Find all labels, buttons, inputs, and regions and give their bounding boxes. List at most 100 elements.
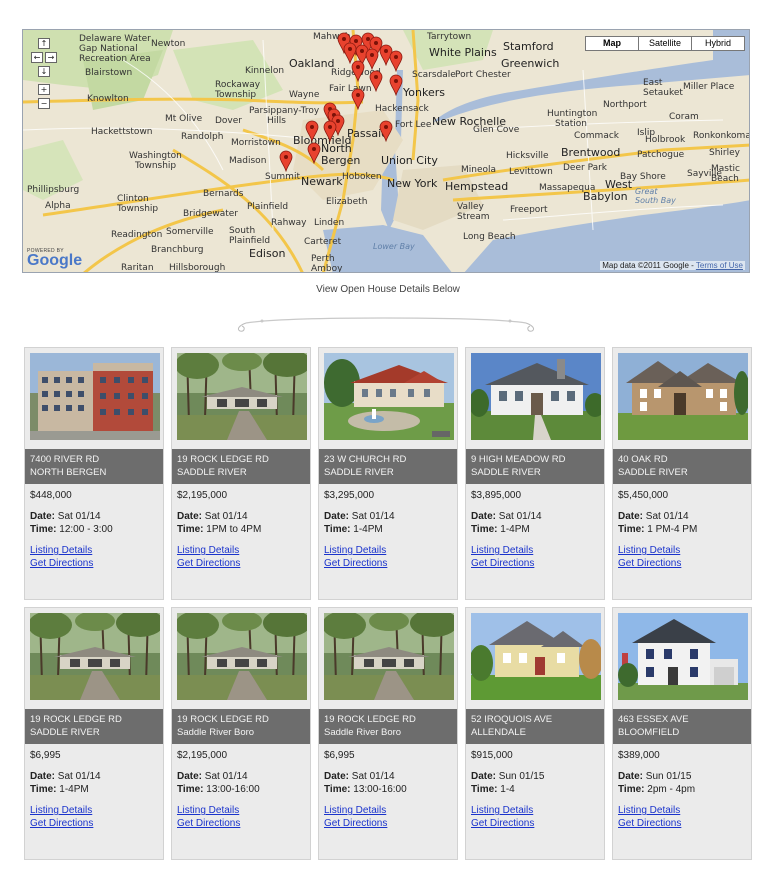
open-house-time: 1-4PM <box>500 524 530 535</box>
listing-photo[interactable] <box>324 613 454 700</box>
listing-photo[interactable] <box>177 353 307 440</box>
get-directions-link[interactable]: Get Directions <box>618 557 681 570</box>
date-label: Date: <box>177 771 203 782</box>
listing-links: Listing Details Get Directions <box>471 804 534 830</box>
google-logo[interactable]: POWERED BY Google <box>27 248 82 269</box>
map-label: Ronkonkoma <box>693 131 750 141</box>
listing-photo[interactable] <box>471 353 601 440</box>
map-label: New York <box>387 177 438 190</box>
map-label: Glen Cove <box>473 125 520 135</box>
open-house-date: Sun 01/15 <box>645 771 692 782</box>
get-directions-link[interactable]: Get Directions <box>177 817 240 830</box>
listing-details-link[interactable]: Listing Details <box>471 544 534 557</box>
listing-photo-frame[interactable] <box>618 613 748 700</box>
listing-photo-frame[interactable] <box>618 353 748 440</box>
listing-photo[interactable] <box>177 613 307 700</box>
date-label: Date: <box>30 511 56 522</box>
map-marker-pin[interactable] <box>307 142 321 165</box>
listing-photo-frame[interactable] <box>471 353 601 440</box>
map-label: Newark <box>301 175 343 188</box>
listing-street: 40 OAK RD <box>618 454 668 465</box>
map-label: Hillsborough <box>169 263 226 273</box>
listing-details-link[interactable]: Listing Details <box>324 544 387 557</box>
get-directions-link[interactable]: Get Directions <box>618 817 681 830</box>
listing-card: 7400 RIVER RD NORTH BERGEN $448,000 Date… <box>24 347 164 600</box>
zoom-out-button[interactable]: − <box>38 98 50 109</box>
map-label: Oakland <box>289 57 335 70</box>
listing-photo-frame[interactable] <box>324 613 454 700</box>
map-credit-text: Map data ©2011 Google - <box>602 261 694 270</box>
listing-links: Listing Details Get Directions <box>30 804 93 830</box>
map-label: Alpha <box>45 201 71 211</box>
listing-photo[interactable] <box>30 613 160 700</box>
listing-street: 52 IROQUOIS AVE <box>471 714 553 725</box>
map-label: Freeport <box>510 205 548 215</box>
date-label: Date: <box>324 511 350 522</box>
map-marker-pin[interactable] <box>351 88 365 111</box>
open-house-map[interactable]: Delaware Water Gap National Recreation Are… <box>22 29 750 273</box>
listing-details-link[interactable]: Listing Details <box>618 544 681 557</box>
listing-details-link[interactable]: Listing Details <box>30 804 93 817</box>
get-directions-link[interactable]: Get Directions <box>471 557 534 570</box>
listing-photo[interactable] <box>324 353 454 440</box>
listing-photo-frame[interactable] <box>177 613 307 700</box>
terms-of-use-link[interactable]: Terms of Use <box>696 261 743 270</box>
map-label: Rahway <box>271 218 307 228</box>
listing-details-link[interactable]: Listing Details <box>471 804 534 817</box>
map-marker-pin[interactable] <box>305 120 319 143</box>
listing-address-bar: 19 ROCK LEDGE RD Saddle River Boro <box>319 709 457 744</box>
listing-address-bar: 19 ROCK LEDGE RD Saddle River Boro <box>172 709 310 744</box>
map-label: Levittown <box>509 167 553 177</box>
map-type-hybrid-button[interactable]: Hybrid <box>691 36 745 51</box>
listing-photo[interactable] <box>618 353 748 440</box>
map-label: East Setauket <box>643 78 683 98</box>
listing-photo-frame[interactable] <box>324 353 454 440</box>
map-marker-pin[interactable] <box>389 74 403 97</box>
map-label: Fort Lee <box>395 120 432 130</box>
listing-details-link[interactable]: Listing Details <box>30 544 93 557</box>
pan-right-button[interactable]: → <box>45 52 57 63</box>
map-type-selector: Map Satellite Hybrid <box>585 36 745 51</box>
listing-details-link[interactable]: Listing Details <box>177 804 240 817</box>
listing-details-link[interactable]: Listing Details <box>618 804 681 817</box>
get-directions-link[interactable]: Get Directions <box>30 557 93 570</box>
map-label: Greenwich <box>501 57 560 70</box>
listing-photo-frame[interactable] <box>30 353 160 440</box>
listing-photo[interactable] <box>30 353 160 440</box>
get-directions-link[interactable]: Get Directions <box>471 817 534 830</box>
listing-details-link[interactable]: Listing Details <box>324 804 387 817</box>
listing-photo[interactable] <box>471 613 601 700</box>
listing-price: $6,995 <box>30 750 61 761</box>
listing-photo-frame[interactable] <box>471 613 601 700</box>
pan-up-button[interactable]: ↑ <box>38 38 50 49</box>
get-directions-link[interactable]: Get Directions <box>324 817 387 830</box>
map-type-map-button[interactable]: Map <box>585 36 639 51</box>
map-marker-pin[interactable] <box>351 60 365 83</box>
map-marker-pin[interactable] <box>389 50 403 73</box>
pan-down-button[interactable]: ↓ <box>38 66 50 77</box>
listing-price: $6,995 <box>324 750 355 761</box>
listing-details-link[interactable]: Listing Details <box>177 544 240 557</box>
listing-photo[interactable] <box>618 613 748 700</box>
time-label: Time: <box>177 524 204 535</box>
map-label: Hackettstown <box>91 127 153 137</box>
open-house-time: 13:00-16:00 <box>206 784 260 795</box>
map-label: Newton <box>151 39 186 49</box>
listing-street: 7400 RIVER RD <box>30 454 100 465</box>
listing-photo-frame[interactable] <box>30 613 160 700</box>
map-type-satellite-button[interactable]: Satellite <box>638 36 692 51</box>
map-marker-pin[interactable] <box>279 150 293 173</box>
get-directions-link[interactable]: Get Directions <box>30 817 93 830</box>
map-marker-pin[interactable] <box>365 48 379 71</box>
map-marker-pin[interactable] <box>323 120 337 143</box>
get-directions-link[interactable]: Get Directions <box>324 557 387 570</box>
pan-left-button[interactable]: ← <box>31 52 43 63</box>
zoom-in-button[interactable]: + <box>38 84 50 95</box>
map-marker-pin[interactable] <box>369 70 383 93</box>
map-label: Kinnelon <box>245 66 285 76</box>
map-marker-pin[interactable] <box>379 120 393 143</box>
listing-photo-frame[interactable] <box>177 353 307 440</box>
map-label: Rockaway Township <box>215 80 261 100</box>
time-label: Time: <box>30 784 57 795</box>
get-directions-link[interactable]: Get Directions <box>177 557 240 570</box>
